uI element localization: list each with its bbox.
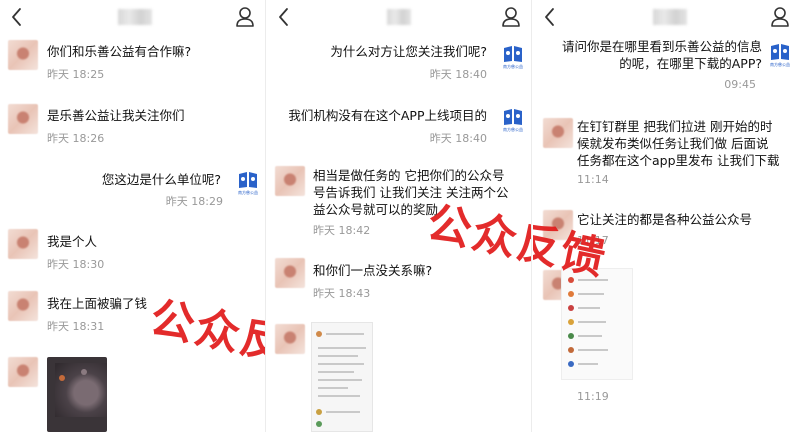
message-text: 候就发布类似任务让我们做 后面说	[577, 136, 769, 151]
message-time: 昨天 18:31	[47, 320, 105, 333]
message-time: 昨天 18:40	[429, 132, 487, 145]
avatar[interactable]	[8, 291, 38, 321]
message-text: 在钉钉群里 把我们拉进 刚开始的时	[577, 119, 773, 134]
avatar[interactable]	[8, 40, 38, 70]
avatar[interactable]	[275, 324, 305, 354]
message-text: 为什么对方让您关注我们呢?	[330, 44, 487, 59]
chat-header	[267, 0, 531, 34]
chevron-left-icon[interactable]	[541, 6, 559, 28]
person-icon[interactable]	[235, 6, 255, 28]
chat-panel-2: 为什么对方让您关注我们呢? 昨天 18:40 南方慈公益 我们机构没有在这个AP…	[267, 0, 532, 432]
org-avatar-caption: 南方慈公益	[770, 62, 790, 67]
chat-header	[0, 0, 265, 34]
chevron-left-icon[interactable]	[8, 6, 26, 28]
org-avatar-caption: 南方慈公益	[503, 64, 523, 69]
org-avatar[interactable]: 南方慈公益	[236, 170, 260, 198]
avatar[interactable]	[8, 357, 38, 387]
chat-title-redacted	[387, 9, 411, 25]
message-text: 相当是做任务的 它把你们的公众号	[313, 168, 505, 183]
message-text: 我们机构没有在这个APP上线项目的	[288, 108, 487, 123]
avatar[interactable]	[275, 166, 305, 196]
message-text: 您这边是什么单位呢?	[101, 172, 221, 187]
chat-panel-3: 请问你是在哪里看到乐善公益的信息 的呢，在哪里下载的APP? 09:45 南方慈…	[533, 0, 800, 432]
chat-title-redacted	[653, 9, 687, 25]
avatar[interactable]	[8, 104, 38, 134]
avatar[interactable]	[8, 229, 38, 259]
message-time: 昨天 18:42	[313, 224, 371, 237]
message-time: 昨天 18:40	[429, 68, 487, 81]
avatar[interactable]	[543, 118, 573, 148]
message-text: 我是个人	[47, 234, 98, 249]
chat-header	[533, 0, 800, 34]
message-text: 和你们一点没关系嘛?	[313, 263, 433, 278]
org-avatar-caption: 南方慈公益	[238, 190, 258, 195]
message-text: 的呢，在哪里下载的APP?	[619, 56, 762, 71]
message-time: 昨天 18:25	[47, 68, 105, 81]
avatar[interactable]	[275, 258, 305, 288]
message-text: 请问你是在哪里看到乐善公益的信息	[561, 39, 762, 54]
message-text: 益公众号就可以的奖励	[313, 202, 439, 217]
watermark-stamp: 公众反馈	[145, 292, 266, 381]
message-time: 昨天 18:30	[47, 258, 105, 271]
chevron-left-icon[interactable]	[275, 6, 293, 28]
message-time: 09:45	[724, 78, 756, 91]
org-avatar[interactable]: 南方慈公益	[768, 42, 792, 70]
message-time: 11:14	[577, 173, 609, 186]
person-icon[interactable]	[501, 6, 521, 28]
message-time: 11:19	[577, 390, 609, 403]
message-time: 昨天 18:29	[165, 195, 223, 208]
message-text: 任务都在这个app里发布 让我们下载	[577, 153, 780, 168]
org-avatar-caption: 南方慈公益	[503, 127, 523, 132]
org-avatar[interactable]: 南方慈公益	[501, 107, 525, 135]
watermark-stamp: 公众反馈	[422, 197, 532, 286]
message-time: 昨天 18:43	[313, 287, 371, 300]
org-avatar[interactable]: 南方慈公益	[501, 44, 525, 72]
screenshot-image[interactable]	[47, 357, 107, 432]
message-time: 昨天 18:26	[47, 132, 105, 145]
message-text: 是乐善公益让我关注你们	[47, 108, 185, 123]
watermark-stamp: 公众反馈	[533, 197, 612, 286]
chat-title-redacted	[118, 9, 152, 25]
person-icon[interactable]	[770, 6, 790, 28]
chat-panel-1: 你们和乐善公益有合作嘛? 昨天 18:25 是乐善公益让我关注你们 昨天 18:…	[0, 0, 266, 432]
message-text: 我在上面被骗了钱	[47, 296, 148, 311]
screenshot-image[interactable]	[311, 322, 373, 432]
message-text: 你们和乐善公益有合作嘛?	[47, 44, 192, 59]
